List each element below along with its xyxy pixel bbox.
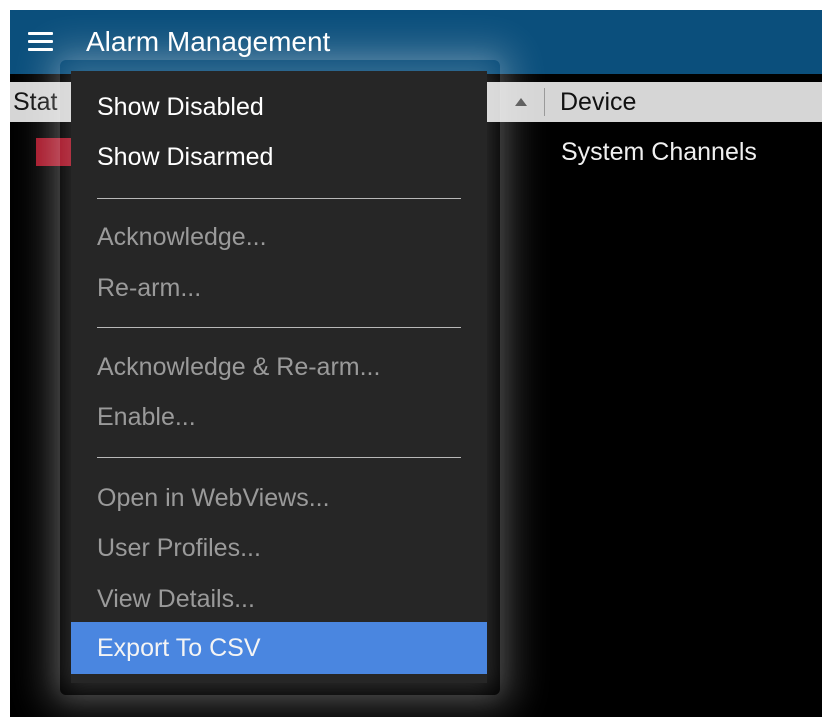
menu-item-acknowledge-and-re-arm[interactable]: Acknowledge & Re-arm... <box>71 341 487 393</box>
page-title: Alarm Management <box>86 26 331 57</box>
column-header-device[interactable]: Device <box>560 82 636 122</box>
hamburger-menu-icon[interactable] <box>28 31 53 52</box>
column-divider[interactable] <box>544 88 545 116</box>
hamburger-line <box>28 40 53 43</box>
menu-item-enable[interactable]: Enable... <box>71 391 487 443</box>
context-menu: Show Disabled Show Disarmed Acknowledge.… <box>71 71 487 683</box>
menu-item-user-profiles[interactable]: User Profiles... <box>71 522 487 574</box>
hamburger-line <box>28 48 53 51</box>
menu-item-show-disarmed[interactable]: Show Disarmed <box>71 131 487 183</box>
menu-item-view-details[interactable]: View Details... <box>71 573 487 625</box>
menu-item-acknowledge[interactable]: Acknowledge... <box>71 211 487 263</box>
sort-ascending-icon[interactable] <box>515 98 527 106</box>
menu-item-re-arm[interactable]: Re-arm... <box>71 262 487 314</box>
hamburger-line <box>28 32 53 35</box>
menu-separator <box>97 327 461 328</box>
column-header-status[interactable]: Stat <box>13 82 57 122</box>
menu-item-show-disabled[interactable]: Show Disabled <box>71 81 487 133</box>
menu-separator <box>97 457 461 458</box>
menu-item-open-in-webviews[interactable]: Open in WebViews... <box>71 472 487 524</box>
menu-separator <box>97 198 461 199</box>
menu-item-export-to-csv[interactable]: Export To CSV <box>71 622 487 674</box>
table-cell-device[interactable]: System Channels <box>561 137 757 167</box>
